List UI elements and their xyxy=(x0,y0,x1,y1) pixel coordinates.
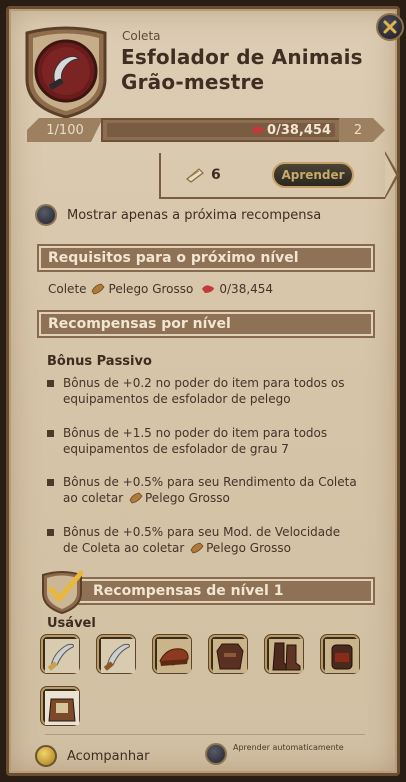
skinning-boots-icon xyxy=(269,639,303,673)
track-toggle[interactable] xyxy=(35,745,57,767)
learn-cost: 6 xyxy=(185,167,221,183)
level-rewards-header: Recompensas de nível 1 xyxy=(49,577,375,605)
next-level: 2 xyxy=(339,118,385,142)
bonus-text: Bônus de +1.5 no poder do item para todo… xyxy=(63,426,328,456)
completed-shield xyxy=(37,569,87,615)
skinning-cap-icon xyxy=(157,639,191,673)
bonus-item: Bônus de +1.5 no poder do item para todo… xyxy=(47,425,357,457)
skinning-backpack-icon xyxy=(325,639,359,673)
auto-learn-label: Aprender automaticamente xyxy=(233,742,344,752)
requirement-amount: 0/38,454 xyxy=(219,282,274,296)
spec-emblem xyxy=(19,23,113,119)
skinning-garb-icon xyxy=(213,639,247,673)
divider xyxy=(45,734,365,735)
reward-item-slot[interactable] xyxy=(97,635,135,673)
level-progress-bar: 0/38,454 xyxy=(101,118,341,142)
reward-item-slot[interactable] xyxy=(321,635,359,673)
learn-cost-value: 6 xyxy=(211,167,221,183)
track-label: Acompanhar xyxy=(67,748,150,764)
progress-text: 0/38,454 xyxy=(267,123,331,138)
skinning-emblem-icon xyxy=(25,26,107,119)
category-label: Coleta xyxy=(122,29,161,43)
bonus-text: Bônus de +0.2 no poder do item para todo… xyxy=(63,376,345,406)
hide-icon xyxy=(190,542,204,554)
track-toggle-row[interactable]: Acompanhar xyxy=(35,745,149,767)
hide-icon xyxy=(129,492,143,504)
rewards-header: Recompensas por nível xyxy=(37,310,375,338)
requirement-prefix: Colete xyxy=(48,282,87,296)
reward-item-slot[interactable] xyxy=(153,635,191,673)
bonus-item: Bônus de +0.5% para seu Rendimento da Co… xyxy=(47,474,357,506)
hide-icon xyxy=(91,283,105,295)
reward-item-slot[interactable] xyxy=(265,635,303,673)
reward-item-slot[interactable] xyxy=(209,635,247,673)
current-level: 1/100 xyxy=(27,118,103,142)
checkmark-shield-icon xyxy=(42,570,84,615)
close-icon xyxy=(383,20,397,34)
bonus-item: Bônus de +0.5% para seu Mod. de Velocida… xyxy=(47,524,357,556)
title-line-2: Grão-mestre xyxy=(121,70,265,94)
progress-text-wrap: 0/38,454 xyxy=(251,123,331,138)
learn-button[interactable]: Aprender xyxy=(272,162,354,188)
bonus-item: Bônus de +0.2 no poder do item para todo… xyxy=(47,375,357,407)
requirement-line: Colete Pelego Grosso 0/38,454 xyxy=(48,282,273,296)
bonus-item-name: Pelego Grosso xyxy=(145,491,230,505)
auto-learn-toggle[interactable] xyxy=(205,743,227,765)
title-line-1: Esfolador de Animais xyxy=(121,45,363,69)
skinning-knife-icon xyxy=(101,639,135,673)
close-button[interactable] xyxy=(376,13,404,41)
passive-bonus-title: Bônus Passivo xyxy=(47,354,152,369)
show-next-label: Mostrar apenas a próxima recompensa xyxy=(67,207,322,223)
show-next-toggle-row[interactable]: Mostrar apenas a próxima recompensa xyxy=(35,204,321,226)
requirements-header: Requisitos para o próximo nível xyxy=(37,244,375,272)
bonus-item-name: Pelego Grosso xyxy=(206,541,291,555)
fame-icon xyxy=(202,285,215,293)
skinning-backpack-open-icon xyxy=(45,691,79,725)
fame-icon xyxy=(252,126,265,134)
destiny-board-panel: Coleta Esfolador de Animais Grão-mestre … xyxy=(6,6,404,776)
page-title: Esfolador de Animais Grão-mestre xyxy=(121,45,381,95)
requirement-item: Pelego Grosso xyxy=(108,282,194,296)
usable-title: Usável xyxy=(47,616,96,631)
show-next-toggle[interactable] xyxy=(35,204,57,226)
reward-item-slot[interactable] xyxy=(41,635,79,673)
skinning-knife-icon xyxy=(45,639,79,673)
auto-learn-toggle-row[interactable]: Aprender automaticamente xyxy=(205,743,344,765)
learning-points-icon xyxy=(186,168,204,183)
reward-item-slot[interactable] xyxy=(41,687,79,725)
